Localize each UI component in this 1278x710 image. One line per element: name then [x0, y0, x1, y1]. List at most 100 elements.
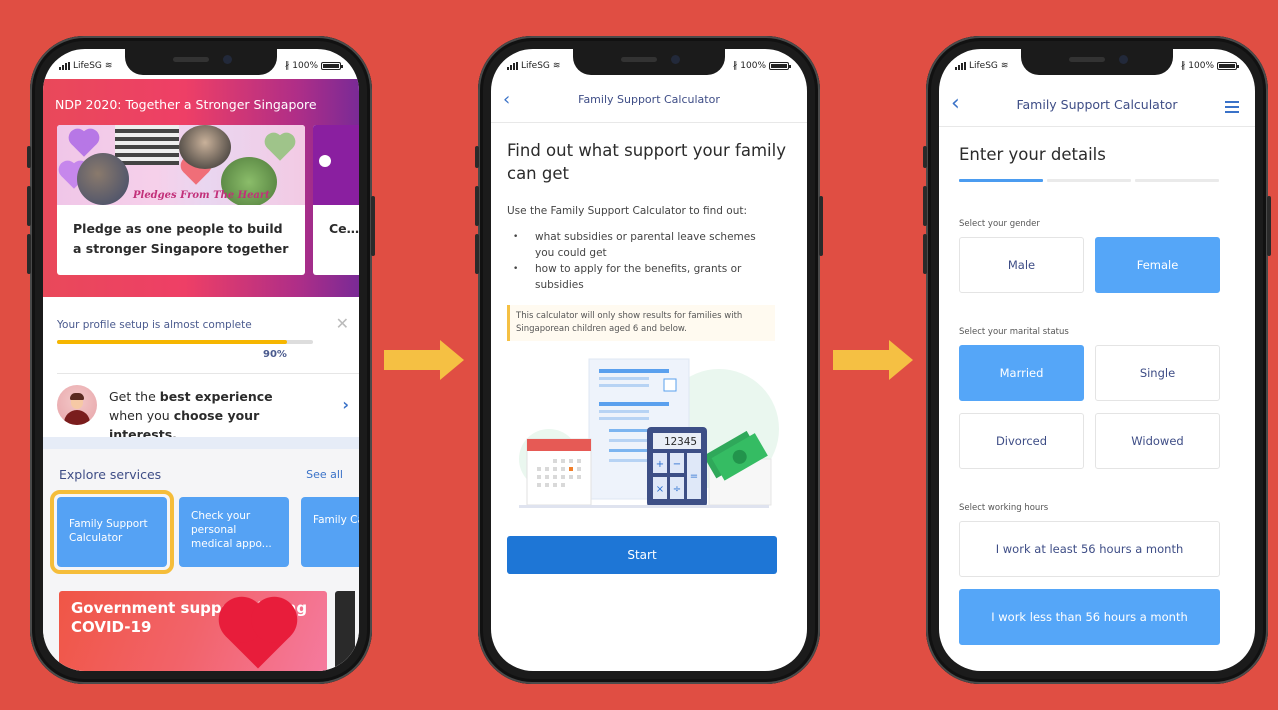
- divider: [57, 373, 359, 374]
- carrier-name: LifeSG: [521, 61, 550, 71]
- choose-interests-link[interactable]: Get the best experience when you choose …: [109, 387, 309, 444]
- marital-option-divorced[interactable]: Divorced: [959, 413, 1084, 469]
- avatar: [57, 385, 97, 425]
- phone-mute-switch: [475, 146, 479, 168]
- gender-label: Select your gender: [959, 219, 1040, 229]
- marital-status-label: Select your marital status: [959, 327, 1069, 337]
- svg-text:÷: ÷: [673, 484, 681, 495]
- crowd-image: [115, 125, 179, 165]
- working-hours-option-at-least-56[interactable]: I work at least 56 hours a month: [959, 521, 1220, 577]
- phone-volume-up: [923, 186, 927, 226]
- signal-icon: [955, 62, 966, 70]
- marital-option-widowed[interactable]: Widowed: [1095, 413, 1220, 469]
- notch: [1021, 49, 1173, 75]
- start-button[interactable]: Start: [507, 536, 777, 574]
- interest-bold: best experience: [159, 389, 273, 404]
- pledge-image: Pledges From The Heart: [57, 125, 305, 205]
- chevron-right-icon[interactable]: ›: [342, 395, 349, 414]
- profile-setup-panel: Your profile setup is almost complete ✕ …: [43, 307, 359, 442]
- progress-percent: 90%: [263, 349, 287, 360]
- interest-text: Get the: [109, 389, 160, 404]
- battery-level: 100%: [740, 61, 766, 71]
- card-text: Pledge as one people to build a stronger…: [73, 221, 289, 256]
- svg-text:+: +: [656, 459, 664, 470]
- family-photo: [77, 153, 129, 205]
- ndp-banner: NDP 2020: Together a Stronger Singapore …: [43, 79, 359, 297]
- working-hours-label: Select working hours: [959, 503, 1049, 513]
- list-item: what subsidies or parental leave schemes…: [507, 229, 777, 261]
- gender-option-male[interactable]: Male: [959, 237, 1084, 293]
- card-image: [313, 125, 359, 205]
- ndp-card-second[interactable]: Ce… dis…: [313, 125, 359, 275]
- profile-setup-title: Your profile setup is almost complete: [57, 319, 252, 331]
- svg-text:×: ×: [656, 484, 664, 495]
- close-icon[interactable]: ✕: [336, 314, 349, 333]
- volunteer-photo: [179, 125, 231, 169]
- explore-services-title: Explore services: [59, 467, 162, 482]
- checkbox-icon: [663, 378, 677, 392]
- next-banner[interactable]: [335, 591, 355, 671]
- service-family-support-calculator[interactable]: Family Support Calculator: [57, 497, 167, 567]
- step-progress: [959, 179, 1219, 182]
- hamburger-menu-icon[interactable]: [1225, 101, 1239, 116]
- phone-volume-up: [27, 186, 31, 226]
- screen-enter-details: LifeSG ≋ ∦ 100% ‹ Family Support Calcula…: [939, 49, 1255, 671]
- see-all-link[interactable]: See all: [306, 468, 343, 481]
- phone-power-button: [371, 196, 375, 256]
- bluetooth-icon: ∦: [1180, 61, 1186, 71]
- interest-text: when you: [109, 408, 174, 423]
- marital-option-single[interactable]: Single: [1095, 345, 1220, 401]
- svg-text:−: −: [673, 459, 681, 470]
- nav-bar: ‹ Family Support Calculator: [491, 79, 807, 123]
- phone-enter-details: LifeSG ≋ ∦ 100% ‹ Family Support Calcula…: [923, 36, 1271, 684]
- service-family-calculator[interactable]: Family Calcu…: [301, 497, 359, 567]
- bluetooth-icon: ∦: [732, 61, 738, 71]
- signal-icon: [507, 62, 518, 70]
- wifi-icon: ≋: [552, 61, 561, 71]
- ndp-card-pledge[interactable]: Pledges From The Heart Pledge as one peo…: [57, 125, 305, 275]
- battery-icon: [1217, 62, 1239, 70]
- shadow-line: [519, 505, 769, 508]
- phone-power-button: [819, 196, 823, 256]
- signal-icon: [59, 62, 70, 70]
- arrow-right-icon: [384, 340, 468, 380]
- page-heading: Enter your details: [959, 145, 1106, 164]
- phone-volume-up: [475, 186, 479, 226]
- phone-volume-down: [27, 234, 31, 274]
- carrier-name: LifeSG: [969, 61, 998, 71]
- phone-mute-switch: [923, 146, 927, 168]
- carrier-name: LifeSG: [73, 61, 102, 71]
- heart-icon: [267, 135, 293, 161]
- battery-level: 100%: [1188, 61, 1214, 71]
- calculator-illustration: 12345 + − × ÷ =: [519, 358, 779, 508]
- pledge-caption: Pledges From The Heart: [133, 190, 270, 201]
- service-medical-appointments[interactable]: Check your personal medical appo...: [179, 497, 289, 567]
- phone-home-screen: LifeSG ≋ ∦ 100% NDP 2020: Together a Str…: [27, 36, 375, 684]
- heart-icon: [225, 603, 291, 669]
- nav-title: Family Support Calculator: [1016, 97, 1178, 112]
- phone-power-button: [1267, 196, 1271, 256]
- working-hours-option-less-than-56[interactable]: I work less than 56 hours a month: [959, 589, 1220, 645]
- step-indicator: [1135, 179, 1219, 182]
- phone-calculator-intro: LifeSG ≋ ∦ 100% ‹ Family Support Calcula…: [475, 36, 823, 684]
- nav-title: Family Support Calculator: [578, 93, 720, 106]
- profile-progress-bar: [57, 340, 313, 344]
- wifi-icon: ≋: [104, 61, 113, 71]
- battery-icon: [321, 62, 343, 70]
- marital-option-married[interactable]: Married: [959, 345, 1084, 401]
- eligibility-notice: This calculator will only show results f…: [507, 305, 775, 341]
- step-indicator-active: [959, 179, 1043, 182]
- battery-icon: [769, 62, 791, 70]
- wifi-icon: ≋: [1000, 61, 1009, 71]
- notch: [125, 49, 277, 75]
- nav-bar: ‹ Family Support Calculator: [939, 85, 1255, 127]
- gender-option-female[interactable]: Female: [1095, 237, 1220, 293]
- notch: [573, 49, 725, 75]
- svg-text:=: =: [690, 471, 698, 482]
- covid-support-banner[interactable]: Government support during COVID-19: [59, 591, 327, 671]
- banner-title: NDP 2020: Together a Stronger Singapore: [55, 97, 317, 112]
- heart-icon: [71, 131, 97, 157]
- arrow-right-icon: [833, 340, 917, 380]
- battery-level: 100%: [292, 61, 318, 71]
- calculator-display: 12345: [664, 435, 697, 448]
